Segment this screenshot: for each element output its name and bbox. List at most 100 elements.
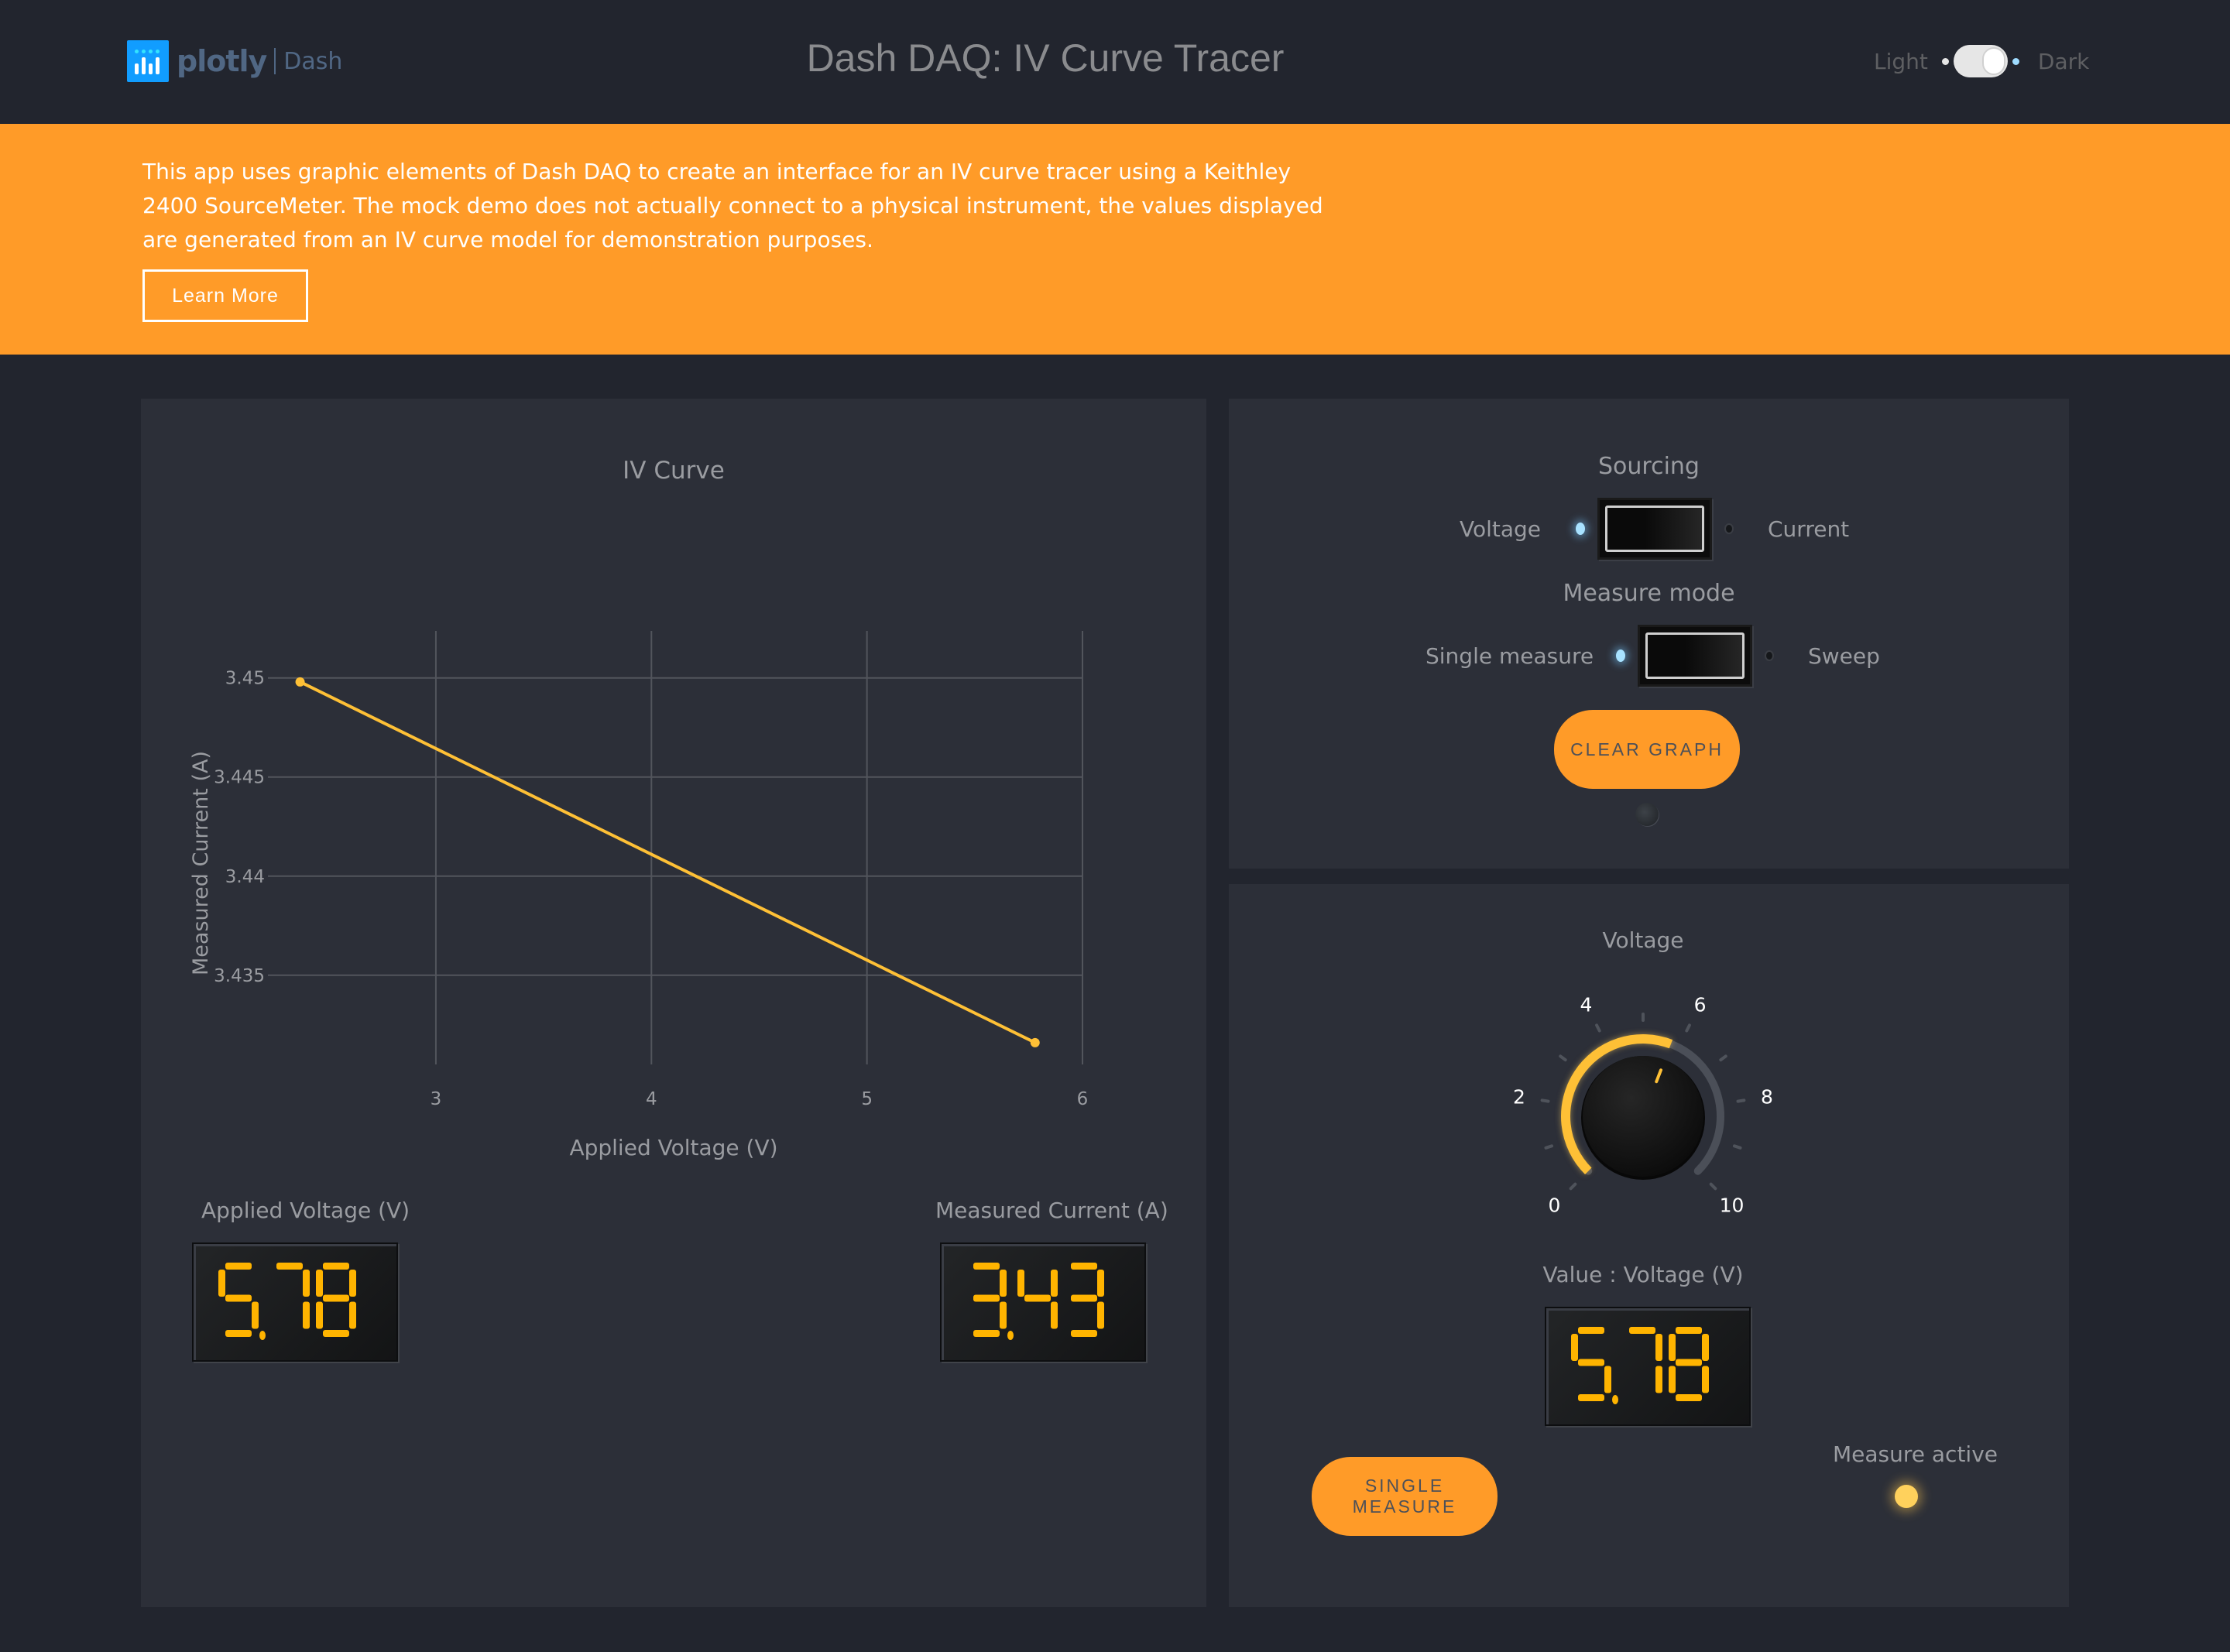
single-measure-indicator-led — [1616, 649, 1625, 662]
segment — [1578, 1394, 1604, 1401]
decimal-point — [1007, 1331, 1014, 1340]
segment — [1051, 1301, 1058, 1329]
theme-switch[interactable] — [1953, 45, 2008, 77]
dark-indicator-dot — [2012, 57, 2019, 65]
measure-mode-label: Measure mode — [1563, 580, 1735, 607]
theme-toggle[interactable]: Light Dark — [1874, 45, 2089, 77]
segment — [1097, 1301, 1104, 1329]
knob-scale-label: 10 — [1720, 1194, 1745, 1217]
segment — [349, 1270, 356, 1297]
theme-switch-knob[interactable] — [1981, 47, 2005, 75]
measure-active-label: Measure active — [1833, 1441, 1998, 1467]
y-axis-label: Measured Current (A) — [189, 751, 213, 975]
knob-panel: Voltage 0 2 4 6 8 10 Value : Voltage (V) SING… — [1229, 884, 2069, 1607]
sweep-indicator-led — [1765, 650, 1774, 661]
knob-scale-label: 2 — [1513, 1086, 1525, 1109]
segment — [1702, 1334, 1709, 1361]
clear-graph-button[interactable]: CLEAR GRAPH — [1554, 710, 1740, 789]
segment — [349, 1301, 356, 1329]
page-title: Dash DAQ: IV Curve Tracer — [806, 36, 1285, 80]
segment — [1097, 1270, 1104, 1297]
segment — [1655, 1334, 1662, 1361]
segment — [1669, 1334, 1676, 1361]
theme-light-label: Light — [1874, 48, 1928, 74]
knob-value-digits — [1571, 1327, 1709, 1404]
segment — [1024, 1294, 1051, 1302]
segment — [1578, 1327, 1604, 1334]
measured-current-display — [940, 1242, 1146, 1362]
single-measure-button[interactable]: SINGLE MEASURE — [1312, 1457, 1498, 1536]
y-tick-label: 3.44 — [225, 867, 265, 887]
segment — [1571, 1334, 1578, 1361]
segment — [218, 1270, 225, 1297]
learn-more-button[interactable]: Learn More — [142, 269, 308, 322]
y-tick-label: 3.45 — [225, 669, 265, 689]
data-point[interactable] — [295, 677, 305, 687]
knob-tick — [1685, 1023, 1691, 1033]
knob-scale-label: 8 — [1761, 1086, 1773, 1109]
header: plotly Dash Dash DAQ: IV Curve Tracer Li… — [0, 0, 2230, 124]
control-panel: Sourcing Voltage Current Measure mode Si… — [1229, 399, 2069, 869]
measure-mode-toggle-switch[interactable] — [1638, 625, 1752, 687]
segment — [316, 1301, 323, 1329]
measure-active-indicator — [1895, 1485, 1918, 1508]
digit — [276, 1263, 310, 1329]
segment — [1629, 1327, 1655, 1334]
segment — [1669, 1366, 1676, 1393]
segment — [323, 1294, 349, 1302]
theme-dark-label: Dark — [2037, 48, 2090, 74]
applied-voltage-display — [192, 1242, 398, 1362]
knob-label: Voltage — [1602, 927, 1684, 953]
sourcing-toggle-switch[interactable] — [1597, 498, 1712, 560]
y-tick-label: 3.435 — [214, 966, 265, 986]
series-line — [299, 680, 1036, 1044]
banner-description: This app uses graphic elements of Dash D… — [142, 159, 1323, 252]
segment — [225, 1294, 252, 1302]
segment — [1000, 1270, 1007, 1297]
segment — [1655, 1366, 1662, 1393]
measure-mode-switch-row: Single measure Sweep — [1425, 625, 1880, 687]
segment — [1000, 1301, 1007, 1329]
segment — [1051, 1270, 1058, 1297]
voltage-indicator-led — [1576, 523, 1585, 535]
segment — [225, 1330, 252, 1337]
digit — [316, 1263, 356, 1337]
measured-current-digits — [973, 1263, 1104, 1340]
light-indicator-dot — [1941, 57, 1949, 65]
knob-scale-label: 4 — [1580, 994, 1593, 1016]
knob-scale-label: 6 — [1694, 994, 1707, 1016]
decimal-point — [1612, 1395, 1618, 1404]
info-banner: This app uses graphic elements of Dash D… — [0, 124, 2230, 355]
knob-tick — [1544, 1144, 1554, 1150]
sourcing-switch-row: Voltage Current — [1460, 498, 1849, 560]
sweep-label: Sweep — [1808, 643, 1880, 669]
segment — [276, 1263, 303, 1270]
knob-tick — [1540, 1098, 1550, 1103]
segment — [1017, 1270, 1024, 1297]
digit — [1629, 1327, 1662, 1393]
segment — [973, 1263, 1000, 1270]
iv-curve-chart[interactable]: IV Curve 3 4 5 6 3.45 3.445 3.44 3.435 Applied… — [141, 399, 1206, 1173]
x-tick-label: 5 — [861, 1089, 873, 1109]
knob-tick — [1736, 1098, 1746, 1103]
measured-current-label: Measured Current (A) — [935, 1198, 1168, 1223]
digit — [1071, 1263, 1104, 1337]
segment — [323, 1263, 349, 1270]
segment — [1676, 1394, 1702, 1401]
segment — [1702, 1366, 1709, 1393]
digit — [1017, 1270, 1058, 1329]
x-axis-label: Applied Voltage (V) — [569, 1135, 777, 1160]
digit — [973, 1263, 1007, 1337]
segment — [252, 1301, 259, 1329]
segment — [1578, 1359, 1604, 1366]
data-point[interactable] — [1030, 1037, 1040, 1047]
knob-dial[interactable] — [1583, 1056, 1703, 1177]
segment — [1071, 1263, 1097, 1270]
voltage-knob[interactable]: 0 2 4 6 8 10 — [1488, 992, 1798, 1240]
digit — [218, 1263, 259, 1337]
y-tick-label: 3.445 — [214, 768, 265, 788]
applied-voltage-digits — [218, 1263, 356, 1340]
chart-title: IV Curve — [623, 457, 725, 485]
applied-voltage-label: Applied Voltage (V) — [201, 1198, 410, 1223]
x-tick-label: 6 — [1077, 1089, 1089, 1109]
